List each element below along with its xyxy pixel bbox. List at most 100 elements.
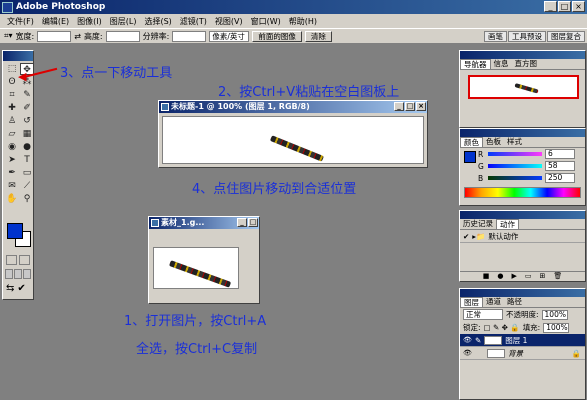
new-action-icon[interactable]: ⊞ — [539, 272, 545, 281]
zoom-tool-icon[interactable]: ⚲ — [20, 193, 34, 205]
brush-link-icon[interactable]: ✎ — [475, 336, 481, 345]
slider-b-value[interactable]: 250 — [545, 173, 575, 183]
crop-tool-icon[interactable]: ⌗ — [5, 89, 19, 101]
tab-brushes[interactable]: 画笔 — [484, 31, 507, 42]
menu-image[interactable]: 图像(I) — [73, 16, 106, 27]
menu-filter[interactable]: 滤镜(T) — [176, 16, 211, 27]
document-title-bar[interactable]: 未标题-1 @ 100% (图层 1, RGB/8) _ □ × — [159, 101, 427, 113]
front-image-button[interactable]: 前面的图像 — [252, 30, 302, 42]
screen-mode-standard-button[interactable] — [5, 269, 13, 279]
source-maximize-button[interactable]: □ — [248, 218, 258, 227]
tab-layer-comps[interactable]: 图层复合 — [547, 31, 585, 42]
height-input[interactable] — [105, 30, 140, 42]
blend-mode-select[interactable]: 正常 — [463, 309, 503, 320]
tab-styles[interactable]: 样式 — [504, 137, 525, 147]
dodge-tool-icon[interactable]: ● — [20, 141, 34, 153]
resolution-input[interactable] — [172, 30, 207, 42]
tab-channels[interactable]: 通道 — [483, 297, 504, 307]
layer-name[interactable]: 图层 1 — [505, 335, 527, 346]
pasted-image-rod[interactable] — [269, 135, 325, 162]
tab-navigator[interactable]: 导航器 — [460, 59, 491, 69]
type-tool-icon[interactable]: T — [20, 154, 34, 166]
menu-layer[interactable]: 图层(L) — [106, 16, 141, 27]
layer-row-1[interactable]: 👁 ✎ 图层 1 — [460, 334, 585, 347]
visibility-eye-icon[interactable]: 👁 — [463, 349, 472, 358]
menu-edit[interactable]: 编辑(E) — [38, 16, 73, 27]
blur-tool-icon[interactable]: ◉ — [5, 141, 19, 153]
check-icon[interactable]: ✔ — [17, 283, 25, 294]
layer-name[interactable]: 背景 — [508, 348, 523, 359]
delete-icon[interactable]: 🗑 — [553, 272, 562, 281]
opacity-value[interactable]: 100% — [541, 309, 568, 320]
swap-icon[interactable]: ⇄ — [74, 32, 81, 41]
slider-r-track[interactable] — [488, 152, 542, 156]
tab-layers[interactable]: 图层 — [460, 297, 483, 307]
navigator-view-box[interactable] — [468, 75, 579, 99]
tab-actions[interactable]: 动作 — [496, 219, 519, 229]
lasso-tool-icon[interactable]: ʘ — [5, 76, 19, 88]
tab-info[interactable]: 信息 — [491, 59, 512, 69]
record-icon[interactable]: ● — [497, 272, 503, 281]
tab-history[interactable]: 历史记录 — [460, 219, 496, 229]
history-brush-icon[interactable]: ↺ — [20, 115, 34, 127]
document-canvas[interactable] — [162, 116, 424, 164]
layer-row-background[interactable]: 👁 背景 🔒 — [460, 347, 585, 360]
menu-view[interactable]: 视图(V) — [211, 16, 247, 27]
quick-mask-button[interactable] — [19, 255, 30, 265]
notes-tool-icon[interactable]: ✉ — [5, 180, 19, 192]
tab-swatches[interactable]: 色板 — [483, 137, 504, 147]
doc-close-button[interactable]: × — [416, 102, 426, 111]
slider-b-track[interactable] — [488, 176, 542, 180]
source-image-rod[interactable] — [168, 260, 232, 288]
color-spectrum-bar[interactable] — [464, 187, 581, 198]
slider-g-value[interactable]: 58 — [545, 161, 575, 171]
doc-minimize-button[interactable]: _ — [394, 102, 404, 111]
document-window-source[interactable]: 素材_1.g... _ □ — [148, 216, 260, 304]
brush-tool-icon[interactable]: ✐ — [20, 102, 34, 114]
color-panel-foreground-swatch[interactable] — [464, 151, 476, 163]
path-selection-icon[interactable]: ➤ — [5, 154, 19, 166]
eyedropper-tool-icon[interactable]: ⟋ — [20, 180, 34, 192]
slice-tool-icon[interactable]: ✎ — [20, 89, 34, 101]
play-icon[interactable]: ▶ — [511, 272, 516, 281]
gradient-tool-icon[interactable]: ▦ — [20, 128, 34, 140]
lock-icons[interactable]: ▢ ✎ ✥ 🔒 — [484, 323, 520, 332]
action-set-row[interactable]: ✔ ▸📁 默认动作 — [460, 230, 585, 243]
new-set-icon[interactable]: ▭ — [525, 272, 532, 281]
tab-color[interactable]: 颜色 — [460, 137, 483, 147]
standard-mode-button[interactable] — [6, 255, 17, 265]
shape-tool-icon[interactable]: ▭ — [20, 167, 34, 179]
source-canvas[interactable] — [153, 247, 239, 289]
marquee-tool-icon[interactable]: ⬚ — [5, 63, 19, 75]
document-window-main[interactable]: 未标题-1 @ 100% (图层 1, RGB/8) _ □ × — [158, 100, 428, 168]
hand-tool-icon[interactable]: ✋ — [5, 193, 19, 205]
tab-paths[interactable]: 路径 — [504, 297, 525, 307]
crop-tool-icon[interactable]: ⌗▾ — [4, 31, 13, 41]
fill-value[interactable]: 100% — [543, 322, 570, 333]
visibility-eye-icon[interactable]: 👁 — [463, 336, 472, 345]
maximize-button[interactable]: □ — [558, 1, 571, 12]
clone-stamp-icon[interactable]: ♙ — [5, 115, 19, 127]
source-minimize-button[interactable]: _ — [237, 218, 247, 227]
tab-histogram[interactable]: 直方图 — [512, 59, 541, 69]
stop-icon[interactable]: ■ — [483, 272, 490, 281]
screen-mode-full-button[interactable] — [23, 269, 31, 279]
slider-r-value[interactable]: 6 — [545, 149, 575, 159]
tab-tool-presets[interactable]: 工具预设 — [508, 31, 546, 42]
pen-tool-icon[interactable]: ✒ — [5, 167, 19, 179]
eraser-tool-icon[interactable]: ▱ — [5, 128, 19, 140]
resolution-unit-select[interactable]: 像素/英寸 — [209, 30, 250, 42]
menu-window[interactable]: 窗口(W) — [247, 16, 285, 27]
imageready-jump-icon[interactable]: ⇆ — [6, 283, 14, 294]
menu-select[interactable]: 选择(S) — [140, 16, 175, 27]
source-title-bar[interactable]: 素材_1.g... _ □ — [149, 217, 259, 229]
screen-mode-full-menu-button[interactable] — [14, 269, 22, 279]
foreground-color-swatch[interactable] — [7, 223, 23, 239]
clear-button[interactable]: 清除 — [304, 30, 332, 42]
width-input[interactable] — [37, 30, 72, 42]
healing-brush-icon[interactable]: ✚ — [5, 102, 19, 114]
close-button[interactable]: × — [572, 1, 585, 12]
checkmark-icon[interactable]: ✔ — [463, 232, 469, 241]
doc-maximize-button[interactable]: □ — [405, 102, 415, 111]
minimize-button[interactable]: _ — [544, 1, 557, 12]
